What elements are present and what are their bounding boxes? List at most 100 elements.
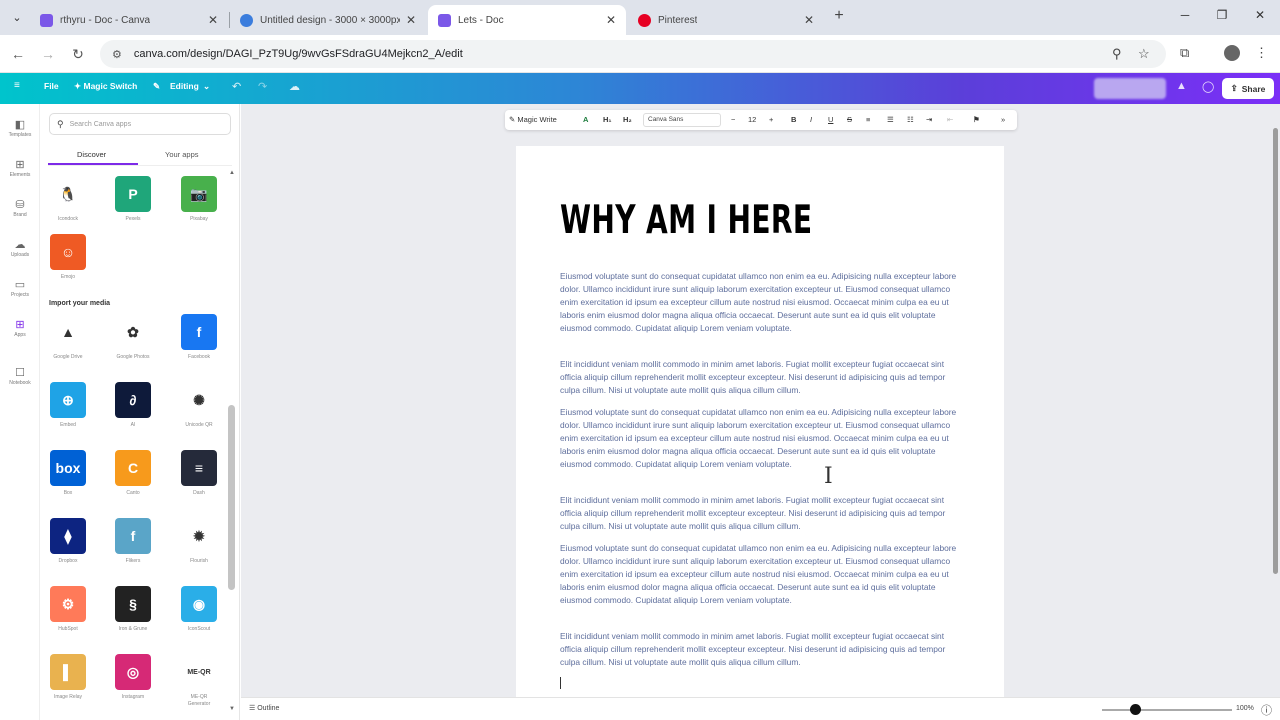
outline-button[interactable]: ☰ Outline <box>249 704 279 712</box>
rail-projects[interactable]: ▭ Projects <box>0 278 40 298</box>
app-tile[interactable]: ▌ Image Relay <box>48 654 88 701</box>
align-icon[interactable]: ≡ <box>866 115 870 124</box>
font-family-dropdown[interactable]: Canva Sans <box>643 113 721 127</box>
app-tile[interactable]: box Box <box>48 450 88 497</box>
app-tile[interactable]: f Flikers <box>113 518 153 565</box>
paragraph-3[interactable]: Eiusmod voluptate sunt do consequat cupi… <box>560 406 960 471</box>
rail-elements[interactable]: ⊞ Elements <box>0 158 40 178</box>
bullet-list-icon[interactable]: ☰ <box>887 115 894 124</box>
cloud-sync-icon[interactable]: ☁ <box>289 80 300 93</box>
undo-icon[interactable]: ↶ <box>232 80 241 93</box>
italic-icon[interactable]: I <box>810 115 812 124</box>
site-info-icon[interactable]: ⚙ <box>112 48 122 61</box>
analytics-icon[interactable]: ▲ <box>1176 80 1187 92</box>
close-icon[interactable]: ✕ <box>804 13 814 27</box>
rail-uploads[interactable]: ☁ Uploads <box>0 238 40 258</box>
zoom-slider[interactable] <box>1102 709 1232 711</box>
scroll-up-arrow-icon[interactable]: ▲ <box>229 170 235 176</box>
app-tile[interactable]: 📷 Pixabay <box>179 176 219 223</box>
font-size-increase-icon[interactable]: + <box>769 115 773 124</box>
window-close-icon[interactable]: ✕ <box>1250 8 1270 22</box>
scroll-down-arrow-icon[interactable]: ▼ <box>229 706 235 712</box>
indent-icon[interactable]: ⇥ <box>926 115 932 124</box>
tab-search-dropdown[interactable]: ⌄ <box>6 7 28 27</box>
help-icon[interactable]: ⓘ <box>1261 702 1272 718</box>
canvas-scrollbar[interactable] <box>1273 128 1278 574</box>
browser-tab-1[interactable]: rthyru - Doc - Canva ✕ <box>30 5 228 35</box>
font-size-decrease-icon[interactable]: − <box>731 115 735 124</box>
heading-h1-icon[interactable]: H₁ <box>603 115 612 124</box>
app-tile[interactable]: ME-QR ME-QR Generator <box>179 654 219 708</box>
heading-h2-icon[interactable]: H₂ <box>623 115 632 124</box>
app-tile[interactable]: ⧫ Dropbox <box>48 518 88 565</box>
magic-write-button[interactable]: ✎ Magic Write <box>509 115 557 124</box>
app-tile[interactable]: ≡ Dash <box>179 450 219 497</box>
restore-icon[interactable]: ❐ <box>1212 8 1232 22</box>
file-menu[interactable]: File <box>44 81 59 91</box>
page-title[interactable]: WHY AM I HERE <box>560 198 812 243</box>
extensions-icon[interactable]: ⧉ <box>1180 45 1189 61</box>
app-tile[interactable]: 🐧 Icondock <box>48 176 88 223</box>
rail-notebook[interactable]: ☐ Notebook <box>0 366 40 386</box>
more-options-icon[interactable]: » <box>1001 115 1005 124</box>
app-tile[interactable]: ✿ Google Photos <box>113 314 153 361</box>
apps-search-input[interactable]: ⚲ Search Canva apps <box>49 113 231 135</box>
outdent-icon[interactable]: ⇤ <box>947 115 953 124</box>
redo-icon[interactable]: ↷ <box>258 80 267 93</box>
app-tile[interactable]: ✹ Flourish <box>179 518 219 565</box>
tab-your-apps[interactable]: Your apps <box>165 150 199 159</box>
app-tile[interactable]: ◎ Instagram <box>113 654 153 701</box>
document-page[interactable]: WHY AM I HERE Eiusmod voluptate sunt do … <box>516 146 1004 697</box>
app-tile[interactable]: f Facebook <box>179 314 219 361</box>
app-tile[interactable]: ⊕ Embed <box>48 382 88 429</box>
paragraph-4[interactable]: Elit incididunt veniam mollit commodo in… <box>560 494 960 533</box>
browser-menu-icon[interactable]: ⋮ <box>1255 45 1268 61</box>
format-painter-icon[interactable]: ⚑ <box>973 115 980 124</box>
reload-icon[interactable]: ↻ <box>68 44 88 64</box>
magic-switch-button[interactable]: ✦ Magic Switch <box>74 81 137 92</box>
panel-scrollbar[interactable] <box>228 405 235 590</box>
strikethrough-icon[interactable]: S <box>847 115 852 124</box>
back-arrow-icon[interactable]: ← <box>8 44 28 64</box>
editing-mode-dropdown[interactable]: Editing <box>170 81 199 91</box>
paragraph-2[interactable]: Elit incididunt veniam mollit commodo in… <box>560 358 960 397</box>
bookmark-star-icon[interactable]: ☆ <box>1138 46 1150 62</box>
rail-templates[interactable]: ◧ Templates <box>0 118 40 138</box>
zoom-level[interactable]: 100% <box>1236 705 1254 712</box>
bold-icon[interactable]: B <box>791 115 796 124</box>
paragraph-5[interactable]: Eiusmod voluptate sunt do consequat cupi… <box>560 542 960 607</box>
underline-icon[interactable]: U <box>828 115 833 124</box>
app-tile[interactable]: C Canto <box>113 450 153 497</box>
profile-avatar[interactable] <box>1224 45 1240 61</box>
url-omnibox[interactable]: ⚙ canva.com/design/DAGI_PzT9Ug/9wvGsFSdr… <box>100 40 1166 68</box>
app-tile[interactable]: ▲ Google Drive <box>48 314 88 361</box>
comment-icon[interactable]: ◯ <box>1202 80 1214 93</box>
zoom-slider-handle[interactable] <box>1130 704 1141 715</box>
close-icon[interactable]: ✕ <box>406 13 416 27</box>
app-tile[interactable]: ⚙ HubSpot <box>48 586 88 633</box>
forward-arrow-icon[interactable]: → <box>38 44 58 64</box>
numbered-list-icon[interactable]: ☷ <box>907 115 914 124</box>
zoom-magnifier-icon[interactable]: ⚲ <box>1112 46 1122 62</box>
app-tile[interactable]: ∂ AI <box>113 382 153 429</box>
minimize-icon[interactable]: ─ <box>1175 8 1195 22</box>
app-tile[interactable]: ✺ Unicode QR <box>179 382 219 429</box>
rail-apps[interactable]: ⊞ Apps <box>0 318 40 338</box>
close-icon[interactable]: ✕ <box>606 13 616 27</box>
paragraph-6[interactable]: Elit incididunt veniam mollit commodo in… <box>560 630 960 669</box>
browser-tab-4[interactable]: Pinterest ✕ <box>628 5 824 35</box>
paragraph-1[interactable]: Eiusmod voluptate sunt do consequat cupi… <box>560 270 960 335</box>
close-icon[interactable]: ✕ <box>208 13 218 27</box>
tab-discover[interactable]: Discover <box>77 150 106 159</box>
app-tile[interactable]: § Iron & Grune <box>113 586 153 633</box>
font-size-value[interactable]: 12 <box>748 115 756 124</box>
main-menu-icon[interactable]: ≡ <box>14 80 20 91</box>
browser-tab-3-active[interactable]: Lets - Doc ✕ <box>428 5 626 35</box>
text-color-icon[interactable]: A <box>583 115 588 124</box>
app-tile[interactable]: ☺ Emojo <box>48 234 88 281</box>
app-tile[interactable]: ◉ IconScout <box>179 586 219 633</box>
app-tile[interactable]: P Pexels <box>113 176 153 223</box>
new-tab-button[interactable]: + <box>830 7 848 25</box>
rail-brand[interactable]: ⛁ Brand <box>0 198 40 218</box>
browser-tab-2[interactable]: Untitled design - 3000 × 3000px ✕ <box>230 5 426 35</box>
